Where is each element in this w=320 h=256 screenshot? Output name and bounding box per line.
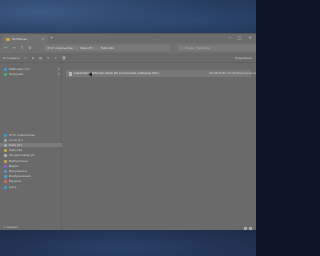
search-input[interactable]: ⌕ Поиск: Taltoniks	[178, 45, 256, 51]
file-list: Installation.Taltoniks.Data.(E).(unlicen…	[63, 65, 256, 230]
copy-icon[interactable]: ⧉	[32, 56, 34, 60]
sidebar-item-pictures[interactable]: Изображения	[0, 174, 62, 178]
file-row[interactable]: Installation.Taltoniks.Data.(E).(unlicen…	[66, 70, 256, 77]
document-icon	[4, 169, 7, 173]
sidebar-item-libraries[interactable]: Библиотеки	[0, 159, 62, 163]
sidebar-item-label: Рабочий стол	[9, 66, 31, 71]
tab-close-icon[interactable]: ×	[41, 37, 44, 41]
downloads-icon	[4, 72, 7, 76]
maximize-button[interactable]: □	[238, 36, 242, 40]
image-icon	[4, 174, 7, 178]
up-button[interactable]: ↑	[18, 46, 26, 50]
create-button[interactable]: ⊕ Создать	[3, 55, 20, 60]
sidebar-item-music[interactable]: Музыка	[0, 179, 62, 183]
libraries-icon	[4, 159, 7, 163]
sidebar-item-label: Видео	[9, 163, 19, 168]
sidebar-item-label: Документы	[9, 168, 27, 173]
sidebar-item-network[interactable]: Сеть	[0, 185, 62, 189]
sidebar-item-this-pc[interactable]: Этот компьютер	[0, 133, 62, 137]
tiles-view-icon[interactable]	[249, 226, 252, 230]
sidebar-item-documents[interactable]: Документы	[0, 169, 62, 173]
create-label: Создать	[6, 55, 20, 60]
cut-icon[interactable]: ✂	[24, 56, 27, 60]
sidebar-item-drive-e[interactable]: Data (E:)	[0, 143, 62, 147]
breadcrumb-item[interactable]: Этот компьютер	[47, 46, 73, 50]
details-view-icon[interactable]	[244, 226, 247, 230]
sidebar-item-label: Изображения	[9, 173, 31, 178]
sidebar-item-desktop[interactable]: Рабочий стол ⚲	[0, 67, 62, 71]
pin-icon: ⚲	[57, 66, 60, 71]
tab-title: Ta1fTenee	[12, 36, 27, 41]
breadcrumb-item[interactable]: Data (E:)	[80, 46, 93, 50]
sidebar-item-label: Библиотеки	[9, 158, 28, 163]
status-text: 1 элемент	[4, 225, 18, 229]
new-tab-button[interactable]: +	[50, 36, 53, 40]
search-placeholder: Поиск: Taltoniks	[184, 45, 210, 50]
nav-buttons: ← → ↑ ↻	[0, 46, 34, 50]
drive-icon	[4, 143, 7, 147]
breadcrumb-item[interactable]: Taltoniks	[101, 46, 114, 50]
search-icon: ⌕	[181, 45, 183, 50]
sidebar-item-label: CD-дисковод (F:)	[9, 152, 36, 157]
paste-icon[interactable]: ▤	[39, 56, 42, 60]
sidebar-item-label: Local (C:)	[9, 137, 24, 142]
sidebar-item-videos[interactable]: Видео	[0, 164, 62, 168]
file-explorer-window: Ta1fTenee × + – □ × ← → ↑ ↻ Этот компьют…	[0, 33, 256, 230]
desktop-icon	[4, 67, 7, 71]
refresh-button[interactable]: ↻	[26, 46, 34, 50]
sidebar-item-label: Музыка	[9, 178, 21, 183]
network-icon	[4, 185, 7, 189]
sidebar-item-folder[interactable]: Taltoniks	[0, 148, 62, 152]
title-bar: Ta1fTenee × + – □ ×	[0, 34, 256, 43]
share-icon[interactable]: ⇪	[55, 56, 58, 60]
back-button[interactable]: ←	[2, 46, 10, 50]
file-name: Installation.Taltoniks.Data.(E).(unlicen…	[74, 71, 159, 75]
command-bar: ⊕ Создать ✂ ⧉ ▤ ✎ ⇪ 🗑 Подробнее	[0, 54, 256, 63]
folder-icon	[6, 37, 10, 41]
navigation-pane: Рабочий стол ⚲ Загрузки ⚲ Этот компьютер…	[0, 65, 62, 230]
music-icon	[4, 179, 7, 183]
window-controls: – □ ×	[229, 36, 252, 40]
sidebar-item-drive-c[interactable]: Local (C:)	[0, 138, 62, 142]
computer-icon	[4, 133, 7, 137]
plus-icon: ⊕	[3, 55, 6, 60]
explorer-tab[interactable]: Ta1fTenee ×	[3, 35, 47, 43]
pin-icon: ⚲	[57, 71, 60, 76]
drive-icon	[4, 138, 7, 142]
forward-button[interactable]: →	[10, 46, 18, 50]
sidebar-item-label: Этот компьютер	[9, 132, 36, 137]
breadcrumb-separator: ›	[76, 45, 78, 50]
sidebar-item-label: Data (E:)	[9, 142, 23, 147]
delete-icon[interactable]: 🗑	[62, 56, 66, 60]
close-button[interactable]: ×	[249, 36, 252, 40]
view-toggle	[244, 226, 252, 230]
sidebar-item-label: Taltoniks	[9, 147, 23, 152]
cd-drive-icon	[4, 153, 7, 157]
sidebar-item-downloads[interactable]: Загрузки ⚲	[0, 72, 62, 76]
breadcrumb[interactable]: Этот компьютер › Data (E:) › Taltoniks	[44, 45, 171, 51]
file-type: Приложение	[236, 71, 256, 75]
sidebar-item-label: Загрузки	[9, 71, 24, 76]
address-row: ← → ↑ ↻ Этот компьютер › Data (E:) › Tal…	[0, 43, 256, 53]
status-bar: 1 элемент	[0, 225, 256, 230]
file-icon	[69, 71, 72, 76]
rename-icon[interactable]: ✎	[47, 56, 50, 60]
sidebar-item-cd-drive[interactable]: CD-дисковод (F:)	[0, 153, 62, 157]
video-icon	[4, 164, 7, 168]
details-button[interactable]: Подробнее	[235, 56, 252, 60]
sidebar-item-label: Сеть	[9, 184, 17, 189]
file-date: 30.08.2022 10:21	[209, 71, 236, 75]
minimize-button[interactable]: –	[229, 36, 231, 40]
folder-icon	[4, 148, 7, 152]
breadcrumb-separator: ›	[96, 45, 98, 50]
